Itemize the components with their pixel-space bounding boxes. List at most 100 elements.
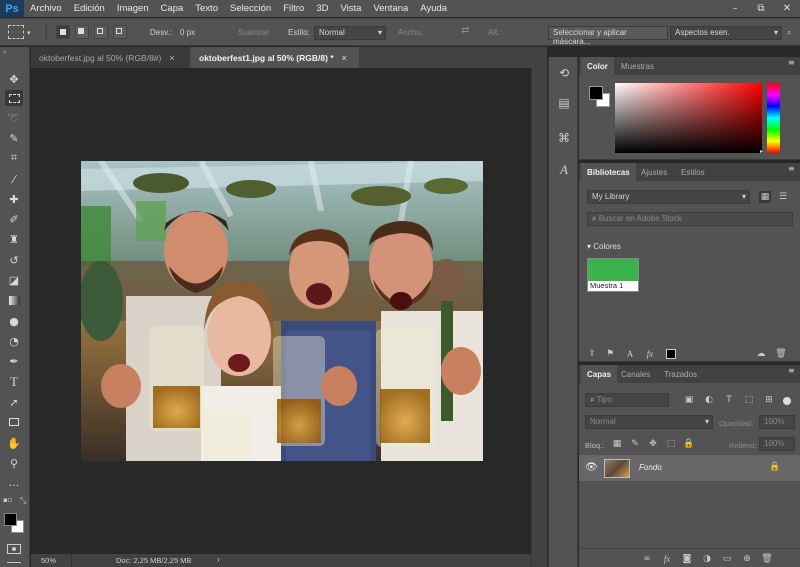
tab-color[interactable]: Color xyxy=(581,57,614,75)
minimize-button[interactable]: – xyxy=(722,0,748,17)
lock-all-icon[interactable]: 🔒 xyxy=(683,438,695,450)
fx-icon[interactable]: fx xyxy=(661,553,673,565)
tab-bibliotecas[interactable]: Bibliotecas xyxy=(581,163,636,181)
restore-button[interactable]: ⧉ xyxy=(748,0,774,17)
new-layer-icon[interactable]: ⊕ xyxy=(741,553,753,565)
brush-icon[interactable]: ✐ xyxy=(5,211,23,227)
marquee-icon[interactable] xyxy=(5,90,23,106)
crop-icon[interactable]: ⌗ xyxy=(5,150,23,166)
menu-archivo[interactable]: Archivo xyxy=(24,3,68,14)
rectangle-icon[interactable] xyxy=(5,414,23,430)
foreground-color-swatch[interactable] xyxy=(4,513,17,526)
canvas-area[interactable] xyxy=(31,68,531,554)
menu-imagen[interactable]: Imagen xyxy=(111,3,155,14)
filter-shape-icon[interactable]: ⬚ xyxy=(743,394,755,406)
tab-canales[interactable]: Canales xyxy=(615,365,656,383)
stock-search-input[interactable]: ⌕ Buscar en Adobe Stock xyxy=(587,212,793,226)
add-content-icon[interactable]: ⚑ xyxy=(604,348,616,360)
menu-capa[interactable]: Capa xyxy=(155,3,190,14)
close-icon[interactable]: × xyxy=(169,53,174,63)
tab-trazados[interactable]: Trazados xyxy=(658,365,703,383)
color-swatch-card[interactable]: Muestra 1 xyxy=(587,258,639,292)
eyedropper-icon[interactable]: ⁄ xyxy=(5,171,23,187)
tab-oktoberfest[interactable]: oktoberfest.jpg al 50% (RGB/8#) × xyxy=(31,47,189,68)
filter-toggle[interactable] xyxy=(783,397,791,405)
lock-position-icon[interactable]: ✥ xyxy=(647,438,659,450)
eye-icon[interactable]: 👁 xyxy=(585,462,598,473)
filter-smart-icon[interactable]: ⊞ xyxy=(763,394,775,406)
path-select-icon[interactable]: ➚ xyxy=(5,394,23,410)
blur-icon[interactable]: ● xyxy=(5,313,23,329)
menu-vista[interactable]: Vista xyxy=(334,3,367,14)
hand-icon[interactable]: ✋ xyxy=(5,435,23,451)
sync-icon[interactable]: ☁ xyxy=(755,348,767,360)
select-and-mask-button[interactable]: Seleccionar y aplicar máscara... xyxy=(548,26,668,46)
tab-estilos[interactable]: Estilos xyxy=(675,163,711,181)
quick-select-icon[interactable]: ✎ xyxy=(5,130,23,146)
gradient-icon[interactable] xyxy=(5,292,23,308)
pen-icon[interactable]: ✒ xyxy=(5,353,23,369)
menu-filtro[interactable]: Filtro xyxy=(277,3,310,14)
lock-artboard-icon[interactable]: ⬚ xyxy=(665,438,677,450)
healing-icon[interactable]: ✚ xyxy=(5,191,23,207)
lock-transparency-icon[interactable]: ▦ xyxy=(611,438,623,450)
lock-pixels-icon[interactable]: ✎ xyxy=(629,438,641,450)
layer-filter-select[interactable]: ⌕ Tipo xyxy=(585,393,669,407)
menu-seleccion[interactable]: Selección xyxy=(224,3,277,14)
text-icon[interactable]: T xyxy=(5,374,23,390)
tab-muestras[interactable]: Muestras xyxy=(615,57,660,75)
lasso-icon[interactable]: ➰ xyxy=(5,110,23,126)
close-button[interactable]: ✕ xyxy=(774,0,800,17)
move-icon[interactable]: ✥ xyxy=(5,71,23,87)
panel-menu-icon[interactable]: ≡ xyxy=(788,367,796,377)
add-layer-style-icon[interactable]: fx xyxy=(644,348,656,360)
panel-menu-icon[interactable]: ≡ xyxy=(788,165,796,175)
eraser-icon[interactable]: ◪ xyxy=(5,272,23,288)
filter-pixel-icon[interactable]: ▣ xyxy=(683,394,695,406)
subtract-selection-button[interactable] xyxy=(94,25,108,39)
feather-value[interactable]: 0 px xyxy=(180,28,195,37)
chevron-down-icon[interactable]: ▾ xyxy=(27,29,31,37)
document-image[interactable] xyxy=(81,161,483,461)
quick-mask-icon[interactable] xyxy=(7,544,21,554)
swap-icon[interactable]: ⇄ xyxy=(461,25,469,36)
group-icon[interactable]: ▭ xyxy=(721,553,733,565)
filter-adjust-icon[interactable]: ◐ xyxy=(703,394,715,406)
history-brush-icon[interactable]: ↺ xyxy=(5,252,23,268)
add-selection-button[interactable] xyxy=(75,25,89,39)
menu-ventana[interactable]: Ventana xyxy=(367,3,414,14)
more-tools-icon[interactable]: ··· xyxy=(5,477,23,493)
list-view-icon[interactable]: ☰ xyxy=(777,191,789,203)
screen-mode-icon[interactable] xyxy=(7,562,21,566)
paths-panel-icon[interactable]: ⌘ xyxy=(556,130,572,146)
history-panel-icon[interactable]: ⟲ xyxy=(556,65,572,81)
add-color-icon[interactable] xyxy=(666,349,676,359)
menu-edicion[interactable]: Edición xyxy=(68,3,111,14)
opacity-field[interactable]: 100% xyxy=(759,415,795,429)
zoom-icon[interactable]: ⚲ xyxy=(5,455,23,471)
vertical-scrollbar[interactable] xyxy=(531,68,547,567)
trash-icon[interactable]: 🗑 xyxy=(761,553,773,565)
tab-ajustes[interactable]: Ajustes xyxy=(635,163,673,181)
mask-icon[interactable]: ◙ xyxy=(681,553,693,565)
adjustment-layer-icon[interactable]: ◑ xyxy=(701,553,713,565)
foreground-color-swatch[interactable] xyxy=(589,86,603,100)
link-icon[interactable]: ∞ xyxy=(641,553,653,565)
add-text-style-icon[interactable]: A xyxy=(624,348,636,360)
menu-ayuda[interactable]: Ayuda xyxy=(414,3,453,14)
upload-icon[interactable]: ⇪ xyxy=(586,348,598,360)
default-colors-icon[interactable]: ▪▫ xyxy=(3,496,13,504)
search-icon[interactable]: ⌕ xyxy=(787,28,791,38)
workspace-select[interactable]: Aspectos esen. ▾ xyxy=(670,26,782,40)
filter-type-icon[interactable]: T xyxy=(723,394,735,406)
stamp-icon[interactable]: ♜ xyxy=(5,231,23,247)
new-selection-button[interactable] xyxy=(56,25,70,39)
marquee-preset-icon[interactable] xyxy=(8,25,24,39)
menu-texto[interactable]: Texto xyxy=(189,3,224,14)
blend-mode-select[interactable]: Normal ▾ xyxy=(585,415,713,429)
grid-view-icon[interactable]: ▦ xyxy=(759,191,771,203)
library-select[interactable]: My Library ▾ xyxy=(587,190,750,204)
hue-slider[interactable] xyxy=(767,83,780,153)
fill-field[interactable]: 100% xyxy=(759,437,795,451)
color-spectrum-field[interactable] xyxy=(615,83,762,153)
